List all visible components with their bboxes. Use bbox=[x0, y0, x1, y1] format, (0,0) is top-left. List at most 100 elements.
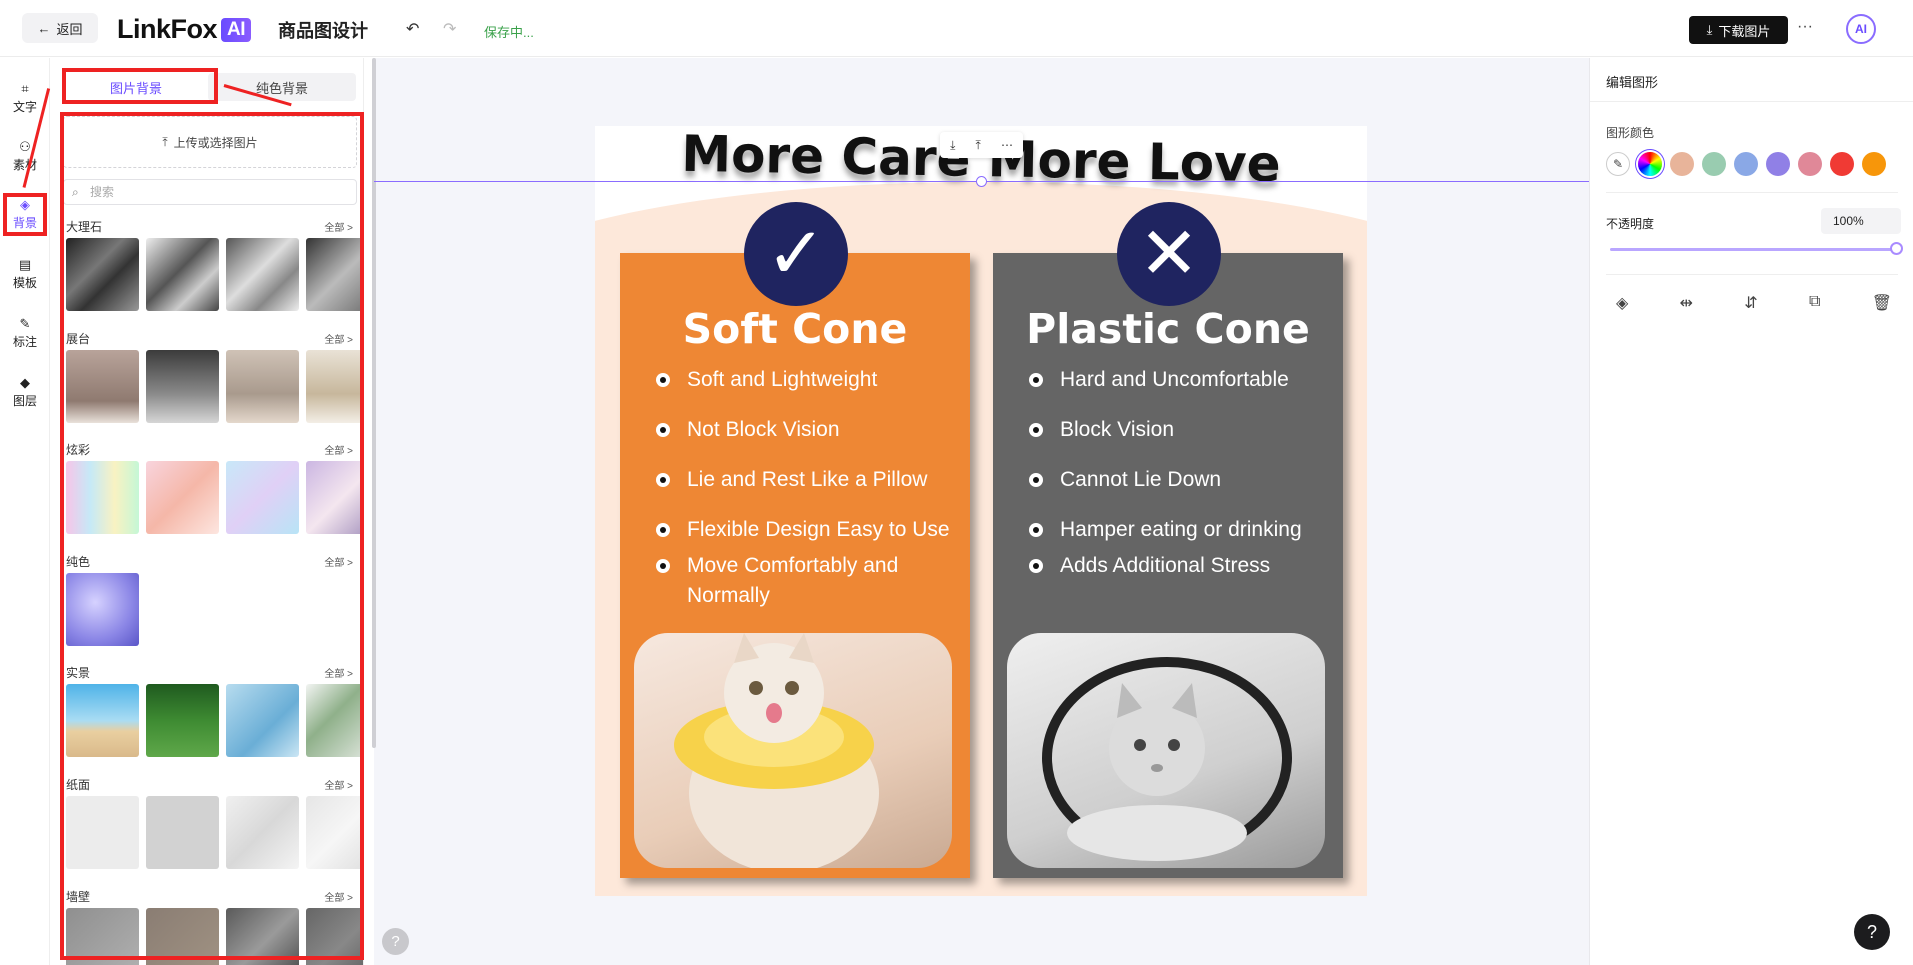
bullet-icon bbox=[1029, 423, 1043, 437]
rail-item-template[interactable]: ▤ 模板 bbox=[4, 256, 46, 300]
cat-illustration bbox=[1042, 657, 1292, 861]
plastic-cone-cat-photo[interactable] bbox=[1007, 633, 1325, 868]
selection-toolbar: ⤓ ⤒ ⋯ bbox=[940, 132, 1023, 158]
bullet-icon bbox=[1029, 523, 1043, 537]
list-item-text: Soft and Lightweight bbox=[687, 368, 878, 391]
bullet-icon bbox=[656, 373, 670, 387]
rail-item-label: 图层 bbox=[12, 394, 37, 408]
more-icon[interactable]: ⋯ bbox=[1001, 138, 1013, 152]
download-icon[interactable]: ⤓ bbox=[950, 138, 955, 153]
logo: LinkFox AI bbox=[117, 14, 252, 45]
list-item: Flexible Design Easy to Use bbox=[656, 515, 966, 551]
list-item-text: Hard and Uncomfortable bbox=[1060, 368, 1289, 391]
page-title: 商品图设计 bbox=[278, 21, 368, 41]
arrow-left-icon: ← bbox=[37, 20, 51, 36]
rail-item-label: 文字 bbox=[12, 100, 37, 114]
rail-item-label: 标注 bbox=[12, 335, 37, 349]
card-title: Plastic Cone bbox=[1026, 305, 1310, 353]
bullet-icon bbox=[656, 423, 670, 437]
rail-item-label: 模板 bbox=[12, 276, 37, 290]
opacity-slider-handle[interactable] bbox=[1890, 242, 1903, 255]
panel-scrollbar[interactable] bbox=[372, 58, 376, 748]
eyedropper-icon[interactable]: ✎ bbox=[1606, 152, 1630, 176]
download-icon: ⤓ bbox=[1706, 22, 1713, 37]
selection-handle[interactable] bbox=[976, 176, 987, 187]
shape-color-label: 图形颜色 bbox=[1606, 126, 1655, 140]
rail-item-label: 素材 bbox=[12, 158, 37, 172]
soft-cone-cat-photo[interactable] bbox=[634, 633, 952, 868]
list-item: Hamper eating or drinking bbox=[1029, 515, 1339, 551]
list-item: Not Block Vision bbox=[656, 415, 966, 465]
card-title: Soft Cone bbox=[682, 305, 908, 353]
plastic-cone-card[interactable]: ✕ Plastic Cone Hard and Uncomfortable Bl… bbox=[993, 202, 1343, 878]
list-item-text: Cannot Lie Down bbox=[1060, 468, 1222, 491]
more-icon[interactable]: ··· bbox=[1797, 18, 1813, 36]
trash-icon[interactable]: 🗑 bbox=[1872, 293, 1892, 313]
close-icon: ✕ bbox=[1117, 202, 1221, 306]
list-item: Soft and Lightweight bbox=[656, 365, 966, 415]
template-icon: ▤ bbox=[18, 257, 32, 272]
duplicate-icon[interactable]: ⧉ bbox=[1809, 293, 1820, 313]
redo-icon[interactable]: ↷ bbox=[443, 19, 456, 39]
list-item-text: Adds Additional Stress bbox=[1060, 554, 1271, 577]
list-item-text: Lie and Rest Like a Pillow bbox=[687, 468, 928, 491]
top-bar: ← 返回 LinkFox AI 商品图设计 ↶ ↷ 保存中... ⤓ 下载图片 … bbox=[0, 0, 1913, 57]
divider bbox=[1606, 274, 1898, 275]
annotation-highlight-tab bbox=[62, 68, 218, 104]
list-item-text: Block Vision bbox=[1060, 418, 1175, 441]
color-swatch[interactable] bbox=[1766, 152, 1790, 176]
divider bbox=[1606, 192, 1898, 193]
logo-badge: AI bbox=[221, 17, 252, 42]
help-icon[interactable]: ? bbox=[1854, 914, 1890, 950]
layers-icon[interactable]: ◈ bbox=[1616, 293, 1628, 313]
color-picker[interactable] bbox=[1638, 152, 1662, 176]
flip-horizontal-icon[interactable]: ⇹ bbox=[1680, 293, 1693, 313]
color-swatch[interactable] bbox=[1798, 152, 1822, 176]
color-swatch[interactable] bbox=[1830, 152, 1854, 176]
list-item: Cannot Lie Down bbox=[1029, 465, 1339, 515]
download-button[interactable]: ⤓ 下载图片 bbox=[1689, 16, 1788, 44]
list-item: Adds Additional Stress bbox=[1029, 551, 1339, 601]
color-swatch[interactable] bbox=[1862, 152, 1886, 176]
color-swatch[interactable] bbox=[1702, 152, 1726, 176]
bullet-icon bbox=[656, 559, 670, 573]
upload-icon[interactable]: ⤒ bbox=[976, 138, 981, 153]
annotation-highlight-rail bbox=[3, 193, 47, 236]
opacity-slider[interactable] bbox=[1610, 248, 1896, 251]
list-item-text: Hamper eating or drinking bbox=[1060, 518, 1302, 541]
annotation-highlight-list bbox=[60, 112, 364, 960]
download-label: 下载图片 bbox=[1718, 23, 1771, 39]
poster-canvas[interactable]: More Care More Love ✓ Soft Cone Soft and… bbox=[595, 126, 1367, 896]
layers-icon: ◆ bbox=[20, 375, 30, 390]
color-swatches: ✎ bbox=[1606, 152, 1886, 176]
back-label: 返回 bbox=[56, 21, 83, 37]
shapes-icon: ⚇ bbox=[19, 139, 31, 154]
help-icon[interactable]: ? bbox=[382, 928, 409, 955]
flip-vertical-icon[interactable]: ⇵ bbox=[1744, 293, 1757, 313]
list-item: Block Vision bbox=[1029, 415, 1339, 465]
opacity-input[interactable]: 100% bbox=[1821, 208, 1901, 234]
list-item-text: Not Block Vision bbox=[687, 418, 840, 441]
opacity-label: 不透明度 bbox=[1606, 217, 1655, 231]
list-item: Lie and Rest Like a Pillow bbox=[656, 465, 966, 515]
color-swatch[interactable] bbox=[1734, 152, 1758, 176]
list-item: Hard and Uncomfortable bbox=[1029, 365, 1339, 415]
back-button[interactable]: ← 返回 bbox=[22, 13, 98, 43]
soft-cone-card[interactable]: ✓ Soft Cone Soft and Lightweight Not Blo… bbox=[620, 202, 970, 878]
rail-item-layers[interactable]: ◆ 图层 bbox=[4, 374, 46, 418]
annotation-icon: ✎ bbox=[19, 316, 31, 331]
bullet-icon bbox=[1029, 473, 1043, 487]
color-swatch[interactable] bbox=[1670, 152, 1694, 176]
feature-list: Soft and Lightweight Not Block Vision Li… bbox=[656, 365, 966, 621]
panel-title: 编辑图形 bbox=[1606, 75, 1659, 90]
check-icon: ✓ bbox=[744, 202, 848, 306]
list-item-text: Flexible Design Easy to Use bbox=[687, 518, 950, 541]
undo-icon[interactable]: ↶ bbox=[406, 19, 419, 39]
text-icon: ⌗ bbox=[21, 81, 29, 96]
avatar[interactable]: AI bbox=[1846, 14, 1876, 44]
feature-list: Hard and Uncomfortable Block Vision Cann… bbox=[1029, 365, 1339, 601]
save-status: 保存中... bbox=[484, 25, 534, 40]
list-item-text: Move Comfortably and Normally bbox=[687, 554, 899, 607]
list-item: Move Comfortably and Normally bbox=[656, 551, 966, 621]
rail-item-annotation[interactable]: ✎ 标注 bbox=[4, 315, 46, 359]
